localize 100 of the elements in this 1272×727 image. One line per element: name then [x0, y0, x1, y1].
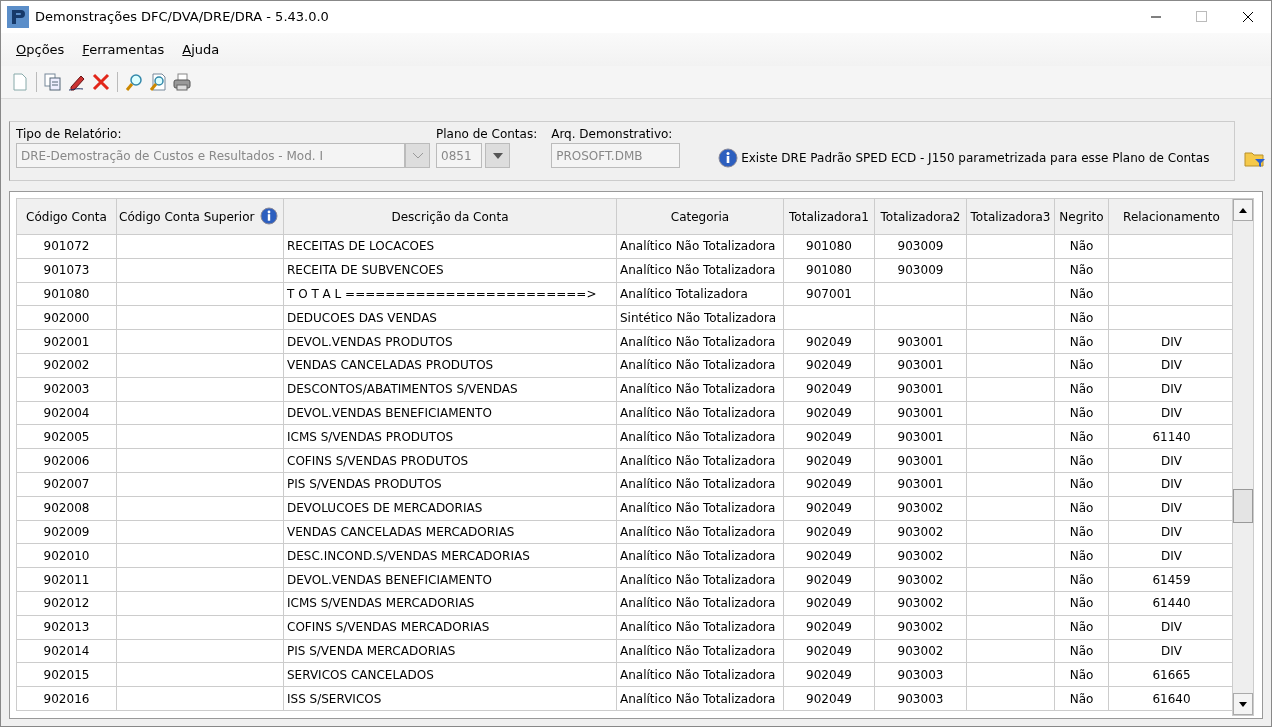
scroll-up-icon[interactable]	[1233, 199, 1253, 221]
table-cell: Analítico Não Totalizadora	[616, 329, 784, 354]
table-cell: DEVOLUCOES DE MERCADORIAS	[283, 496, 617, 521]
table-cell: Não	[1054, 543, 1109, 568]
menu-item[interactable]: Opções	[9, 37, 72, 62]
table-cell: 902049	[783, 377, 875, 402]
table-cell: 902002	[16, 353, 117, 378]
table-cell: Analítico Não Totalizadora	[616, 662, 784, 687]
preview-icon[interactable]	[147, 71, 169, 93]
table-cell: 901080	[783, 234, 875, 259]
table-cell: ISS S/SERVICOS	[283, 686, 617, 711]
table-cell: DEVOL.VENDAS BENEFICIAMENTO	[283, 401, 617, 425]
table-cell: 902016	[16, 686, 117, 711]
table-cell: Não	[1054, 305, 1109, 330]
scroll-down-icon[interactable]	[1233, 693, 1253, 715]
table-cell: 903002	[874, 496, 967, 521]
printer-icon[interactable]	[171, 71, 193, 93]
table-cell: 902003	[16, 377, 117, 402]
table-cell: Analítico Não Totalizadora	[616, 686, 784, 711]
table-cell: 902049	[783, 591, 875, 616]
column-header[interactable]: Negrito	[1054, 198, 1109, 235]
field-label: Tipo de Relatório:	[16, 126, 123, 143]
table-cell: RECEITAS DE LOCACOES	[283, 234, 617, 259]
table-cell: 902005	[16, 424, 117, 449]
table-cell: RECEITA DE SUBVENCOES	[283, 258, 617, 283]
table-cell: Não	[1054, 615, 1109, 640]
table-cell: 902049	[783, 401, 875, 425]
table-cell: Não	[1054, 448, 1109, 473]
table-cell: Não	[1054, 472, 1109, 497]
table-cell: Não	[1054, 520, 1109, 544]
table-cell: 903003	[874, 662, 967, 687]
table-cell: Analítico Não Totalizadora	[616, 496, 784, 521]
column-header[interactable]: Totalizadora3	[966, 198, 1055, 235]
table-cell: Analítico Não Totalizadora	[616, 520, 784, 544]
table-cell: Não	[1054, 567, 1109, 592]
table-cell: Sintético Não Totalizadora	[616, 305, 784, 330]
column-header[interactable]: Código Conta Superior	[116, 198, 284, 235]
table-cell: Não	[1054, 496, 1109, 521]
delete-icon[interactable]	[90, 71, 112, 93]
table-cell: 902049	[783, 615, 875, 640]
column-header[interactable]: Categoria	[616, 198, 784, 235]
table-cell: DESC.INCOND.S/VENDAS MERCADORIAS	[283, 543, 617, 568]
menu-item[interactable]: Ferramentas	[75, 37, 172, 62]
table-cell: Analítico Não Totalizadora	[616, 258, 784, 283]
table-cell: Analítico Não Totalizadora	[616, 353, 784, 378]
table-cell: VENDAS CANCELADAS PRODUTOS	[283, 353, 617, 378]
table-cell: 902001	[16, 329, 117, 354]
table-cell: 902007	[16, 472, 117, 497]
table-cell: 903001	[874, 401, 967, 425]
table-cell: ICMS S/VENDAS MERCADORIAS	[283, 591, 617, 616]
table-cell: Analítico Não Totalizadora	[616, 639, 784, 663]
table-cell: 902012	[16, 591, 117, 616]
table-cell: 901073	[16, 258, 117, 283]
close-icon[interactable]	[1242, 11, 1254, 23]
table-cell: DEVOL.VENDAS PRODUTOS	[283, 329, 617, 354]
vertical-scrollbar[interactable]	[1232, 198, 1254, 716]
table-cell: Analítico Não Totalizadora	[616, 615, 784, 640]
table-cell: Não	[1054, 377, 1109, 402]
table-cell: 903002	[874, 615, 967, 640]
table-cell: 903001	[874, 353, 967, 378]
table-cell: COFINS S/VENDAS PRODUTOS	[283, 448, 617, 473]
column-header[interactable]: Totalizadora2	[874, 198, 967, 235]
table-cell: SERVICOS CANCELADOS	[283, 662, 617, 687]
table-cell: 902006	[16, 448, 117, 473]
table-cell: PIS S/VENDA MERCADORIAS	[283, 639, 617, 663]
table-cell: PIS S/VENDAS PRODUTOS	[283, 472, 617, 497]
table-cell: 902004	[16, 401, 117, 425]
table-cell: Não	[1054, 686, 1109, 711]
table-cell: VENDAS CANCELADAS MERCADORIAS	[283, 520, 617, 544]
table-cell: DEDUCOES DAS VENDAS	[283, 305, 617, 330]
table-cell: 903002	[874, 543, 967, 568]
table-cell: Analítico Totalizadora	[616, 282, 784, 306]
table-cell: Analítico Não Totalizadora	[616, 377, 784, 402]
table-cell: 907001	[783, 282, 875, 306]
column-header[interactable]: Código Conta	[16, 198, 117, 235]
table-cell: Analítico Não Totalizadora	[616, 234, 784, 259]
table-cell: Analítico Não Totalizadora	[616, 472, 784, 497]
info-message: Existe DRE Padrão SPED ECD - J150 parametrizada para esse Plano de Contas	[741, 150, 1210, 167]
search-icon[interactable]	[123, 71, 145, 93]
column-header[interactable]: Totalizadora1	[783, 198, 875, 235]
table-cell: 902049	[783, 639, 875, 663]
table-cell: DESCONTOS/ABATIMENTOS S/VENDAS	[283, 377, 617, 402]
table-cell: Não	[1054, 591, 1109, 616]
table-cell: 902049	[783, 567, 875, 592]
scrollbar-thumb[interactable]	[1233, 489, 1253, 523]
table-cell: Analítico Não Totalizadora	[616, 401, 784, 425]
table-cell: 902049	[783, 662, 875, 687]
table-cell: 903009	[874, 234, 967, 259]
column-header[interactable]: Relacionamento	[1108, 198, 1232, 235]
column-header[interactable]: Descrição da Conta	[283, 198, 617, 235]
menu-item[interactable]: Ajuda	[175, 37, 227, 62]
table-cell: 903002	[874, 591, 967, 616]
table-cell: Não	[1054, 353, 1109, 378]
table-cell: 903002	[874, 639, 967, 663]
table-cell: Analítico Não Totalizadora	[616, 424, 784, 449]
table-cell: 902049	[783, 353, 875, 378]
table-cell: Analítico Não Totalizadora	[616, 543, 784, 568]
table-cell: 903002	[874, 567, 967, 592]
table-cell: 903001	[874, 424, 967, 449]
table-cell: Não	[1054, 329, 1109, 354]
